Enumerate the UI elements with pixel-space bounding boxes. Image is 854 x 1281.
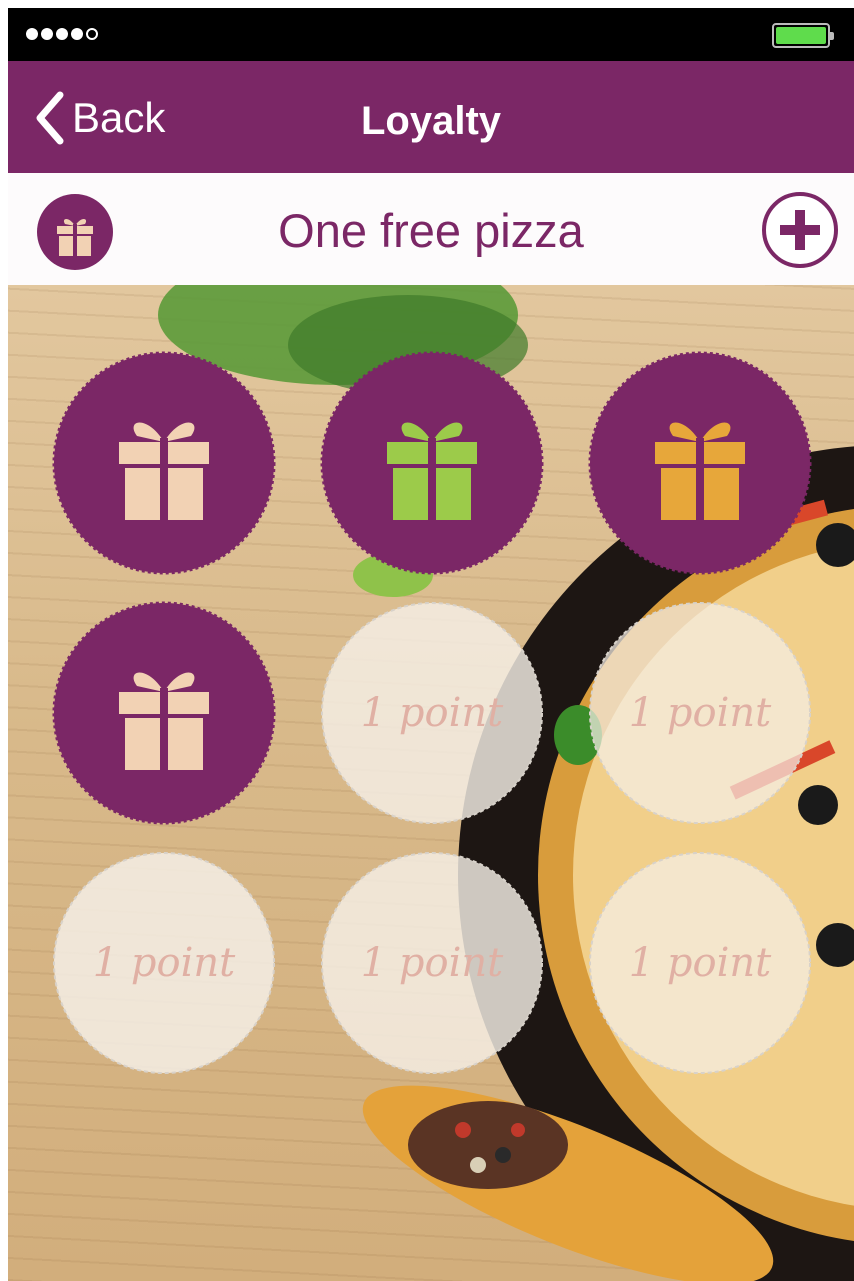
- add-button[interactable]: [760, 190, 840, 270]
- stamp-label: 1 point: [628, 690, 772, 736]
- status-bar: [8, 8, 854, 61]
- battery-icon: [772, 23, 834, 48]
- reward-header: One free pizza: [8, 173, 854, 286]
- stamp-empty: 1 point: [587, 850, 813, 1076]
- reward-title: One free pizza: [278, 204, 584, 257]
- stamp-empty: 1 point: [587, 600, 813, 826]
- stamp-collected: [587, 350, 813, 576]
- nav-bar: Back Loyalty: [8, 61, 854, 173]
- stamp-collected: [51, 600, 277, 826]
- background-photo: 1 point 1 point 1 point 1 point 1 point: [8, 285, 854, 1281]
- stamp-collected: [51, 350, 277, 576]
- stamp-empty: 1 point: [51, 850, 277, 1076]
- signal-strength-icon: [26, 28, 98, 40]
- stamp-label: 1 point: [360, 690, 504, 736]
- page-title: Loyalty: [360, 99, 502, 143]
- stamp-empty: 1 point: [319, 850, 545, 1076]
- stamp-collected: [319, 350, 545, 576]
- app-screen: Back Loyalty One free pizza 1 point 1 po…: [8, 8, 854, 1281]
- stamp-label: 1 point: [92, 940, 236, 986]
- stamp-empty: 1 point: [319, 600, 545, 826]
- stamp-label: 1 point: [628, 940, 772, 986]
- stamp-label: 1 point: [360, 940, 504, 986]
